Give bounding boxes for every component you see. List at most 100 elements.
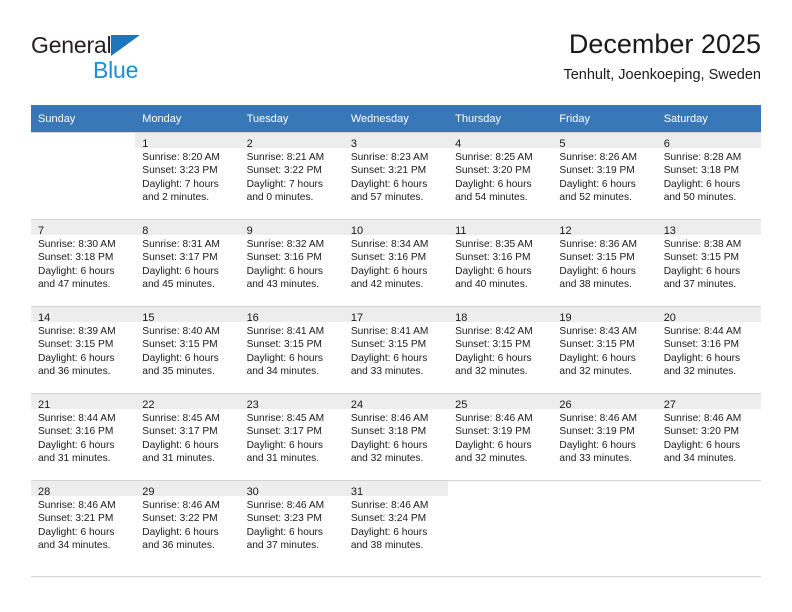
sun-info-line: Sunset: 3:15 PM — [142, 339, 218, 351]
day-cell-19[interactable]: 19 Sunrise: 8:43 AM Sunset: 3:15 PM Dayligh… — [552, 306, 657, 393]
day-cell-5[interactable]: 5 Sunrise: 8:26 AM Sunset: 3:19 PM Daylight… — [552, 132, 657, 219]
day-cell-4[interactable]: 4 Sunrise: 8:25 AM Sunset: 3:20 PM Daylight… — [448, 132, 553, 219]
day-cell-empty — [656, 480, 761, 567]
sun-info-line: Sunset: 3:15 PM — [559, 252, 635, 264]
sun-info-line: and 34 minutes. — [38, 540, 111, 552]
sun-info-line: Sunrise: 8:46 AM — [142, 500, 220, 511]
sun-info-line: Sunset: 3:22 PM — [246, 165, 322, 177]
day-cell-20[interactable]: 20 Sunrise: 8:44 AM Sunset: 3:16 PM Dayligh… — [656, 306, 761, 393]
sun-info-line: Sunset: 3:17 PM — [142, 426, 218, 438]
day-cell-27[interactable]: 27 Sunrise: 8:46 AM Sunset: 3:20 PM Dayligh… — [656, 393, 761, 480]
day-cell-1[interactable]: 1 Sunrise: 8:20 AM Sunset: 3:23 PM Daylight… — [135, 132, 240, 219]
day-cell-3[interactable]: 3 Sunrise: 8:23 AM Sunset: 3:21 PM Daylight… — [343, 132, 449, 219]
day-number-bar: 3 — [343, 133, 449, 150]
day-number-bar: 28 — [31, 481, 136, 498]
sun-info-line: Daylight: 6 hours — [246, 352, 324, 364]
day-number: 17 — [350, 312, 364, 324]
day-number: 9 — [246, 225, 253, 237]
day-cell-8[interactable]: 8 Sunrise: 8:31 AM Sunset: 3:17 PM Daylight… — [135, 219, 240, 306]
sun-info-line: Sunrise: 8:46 AM — [455, 413, 533, 424]
calendar-day-cell: 21 Sunrise: 8:44 AM Sunset: 3:16 PM Dayligh… — [31, 393, 136, 480]
day-cell-21[interactable]: 21 Sunrise: 8:44 AM Sunset: 3:16 PM Dayligh… — [31, 393, 136, 480]
sun-info-line: Sunset: 3:16 PM — [38, 426, 114, 438]
day-number: 24 — [350, 399, 364, 411]
page-title: December 2025 — [568, 29, 761, 59]
sun-info-line: and 32 minutes. — [455, 366, 528, 378]
sun-info-line: Sunset: 3:21 PM — [38, 513, 114, 525]
sun-info-line: and 54 minutes. — [455, 192, 528, 204]
day-number-bar: 11 — [448, 220, 553, 237]
day-cell-28[interactable]: 28 Sunrise: 8:46 AM Sunset: 3:21 PM Dayligh… — [31, 480, 136, 567]
day-number-bar: 20 — [656, 307, 761, 324]
day-cell-24[interactable]: 24 Sunrise: 8:46 AM Sunset: 3:18 PM Dayligh… — [343, 393, 449, 480]
sun-info-block: Sunrise: 8:40 AM Sunset: 3:15 PM Daylight:… — [135, 322, 239, 379]
weekday-header-thursday: Thursday — [448, 105, 553, 132]
sun-info-line: Daylight: 6 hours — [663, 439, 741, 451]
logo-text-blue: Blue — [93, 57, 139, 83]
day-cell-2[interactable]: 2 Sunrise: 8:21 AM Sunset: 3:22 PM Daylight… — [239, 132, 344, 219]
sun-info-line: Sunrise: 8:32 AM — [246, 239, 325, 250]
sun-info-line: and 31 minutes. — [38, 453, 111, 465]
sun-info-line: Daylight: 6 hours — [455, 265, 532, 277]
sun-info-line: Sunrise: 8:28 AM — [663, 152, 742, 163]
sun-info-line: Sunrise: 8:25 AM — [455, 152, 533, 163]
sun-info-block: Sunrise: 8:38 AM Sunset: 3:15 PM Daylight:… — [657, 235, 761, 292]
sun-info-line: Sunrise: 8:45 AM — [142, 413, 220, 424]
day-number: 5 — [559, 138, 566, 150]
sun-info-line: Sunset: 3:23 PM — [246, 513, 322, 525]
sun-info-line: and 0 minutes. — [246, 192, 314, 204]
day-cell-30[interactable]: 30 Sunrise: 8:46 AM Sunset: 3:23 PM Dayligh… — [239, 480, 344, 567]
day-cell-15[interactable]: 15 Sunrise: 8:40 AM Sunset: 3:15 PM Dayligh… — [135, 306, 240, 393]
calendar-day-cell: 5 Sunrise: 8:26 AM Sunset: 3:19 PM Daylight… — [552, 132, 657, 219]
sun-info-block: Sunrise: 8:41 AM Sunset: 3:15 PM Daylight:… — [344, 322, 448, 379]
sun-info-line: Sunrise: 8:40 AM — [142, 326, 220, 337]
sun-info-block: Sunrise: 8:46 AM Sunset: 3:23 PM Daylight:… — [240, 496, 344, 553]
day-cell-empty — [448, 480, 553, 567]
day-number: 26 — [559, 399, 572, 411]
day-cell-18[interactable]: 18 Sunrise: 8:42 AM Sunset: 3:15 PM Dayligh… — [448, 306, 553, 393]
day-number-bar — [448, 481, 552, 496]
logo-text-general: General — [31, 32, 112, 58]
sun-info-line: and 40 minutes. — [455, 279, 528, 291]
day-number: 23 — [246, 399, 259, 411]
day-cell-11[interactable]: 11 Sunrise: 8:35 AM Sunset: 3:16 PM Dayligh… — [448, 219, 553, 306]
sun-info-line: Sunset: 3:23 PM — [142, 165, 218, 177]
calendar-day-cell: 3 Sunrise: 8:23 AM Sunset: 3:21 PM Daylight… — [343, 132, 449, 219]
sun-info-line: and 32 minutes. — [455, 453, 528, 465]
sun-info-line: and 34 minutes. — [246, 366, 320, 378]
sun-info-line: and 2 minutes. — [142, 192, 210, 204]
sun-info-line: Daylight: 6 hours — [142, 352, 219, 364]
sun-info-line: Sunset: 3:15 PM — [350, 339, 427, 351]
sun-info-block: Sunrise: 8:41 AM Sunset: 3:15 PM Daylight:… — [240, 322, 344, 379]
sun-info-line: Sunrise: 8:42 AM — [455, 326, 533, 337]
day-cell-31[interactable]: 31 Sunrise: 8:46 AM Sunset: 3:24 PM Dayligh… — [343, 480, 449, 567]
day-cell-25[interactable]: 25 Sunrise: 8:46 AM Sunset: 3:19 PM Dayligh… — [448, 393, 553, 480]
day-cell-9[interactable]: 9 Sunrise: 8:32 AM Sunset: 3:16 PM Daylight… — [239, 219, 344, 306]
day-number-bar: 2 — [239, 133, 344, 150]
calendar-day-cell: 8 Sunrise: 8:31 AM Sunset: 3:17 PM Daylight… — [135, 219, 240, 306]
day-number-bar: 7 — [31, 220, 136, 237]
day-number-bar: 1 — [135, 133, 240, 150]
sun-info-line: Sunset: 3:15 PM — [559, 339, 635, 351]
sun-info-block: Sunrise: 8:46 AM Sunset: 3:20 PM Daylight:… — [657, 409, 761, 466]
day-cell-12[interactable]: 12 Sunrise: 8:36 AM Sunset: 3:15 PM Dayligh… — [552, 219, 657, 306]
day-cell-7[interactable]: 7 Sunrise: 8:30 AM Sunset: 3:18 PM Daylight… — [31, 219, 136, 306]
day-cell-16[interactable]: 16 Sunrise: 8:41 AM Sunset: 3:15 PM Dayligh… — [239, 306, 344, 393]
day-number: 27 — [663, 399, 676, 411]
day-cell-23[interactable]: 23 Sunrise: 8:45 AM Sunset: 3:17 PM Dayligh… — [239, 393, 344, 480]
calendar-week-row: 14 Sunrise: 8:39 AM Sunset: 3:15 PM Dayligh… — [31, 306, 761, 393]
sun-info-line: Sunrise: 8:34 AM — [350, 239, 429, 250]
sun-info-line: and 31 minutes. — [142, 453, 215, 465]
day-cell-14[interactable]: 14 Sunrise: 8:39 AM Sunset: 3:15 PM Dayligh… — [31, 306, 136, 393]
day-cell-22[interactable]: 22 Sunrise: 8:45 AM Sunset: 3:17 PM Dayligh… — [135, 393, 240, 480]
calendar-day-cell: 6 Sunrise: 8:28 AM Sunset: 3:18 PM Daylight… — [656, 132, 761, 219]
day-cell-26[interactable]: 26 Sunrise: 8:46 AM Sunset: 3:19 PM Dayligh… — [552, 393, 657, 480]
sun-info-line: Sunrise: 8:44 AM — [663, 326, 742, 337]
day-cell-13[interactable]: 13 Sunrise: 8:38 AM Sunset: 3:15 PM Dayligh… — [656, 219, 761, 306]
sun-info-line: and 36 minutes. — [142, 540, 215, 552]
day-cell-17[interactable]: 17 Sunrise: 8:41 AM Sunset: 3:15 PM Dayligh… — [343, 306, 449, 393]
day-cell-10[interactable]: 10 Sunrise: 8:34 AM Sunset: 3:16 PM Dayligh… — [343, 219, 449, 306]
day-cell-6[interactable]: 6 Sunrise: 8:28 AM Sunset: 3:18 PM Daylight… — [656, 132, 761, 219]
day-cell-29[interactable]: 29 Sunrise: 8:46 AM Sunset: 3:22 PM Dayligh… — [135, 480, 240, 567]
sun-info-line: Sunset: 3:15 PM — [38, 339, 114, 351]
